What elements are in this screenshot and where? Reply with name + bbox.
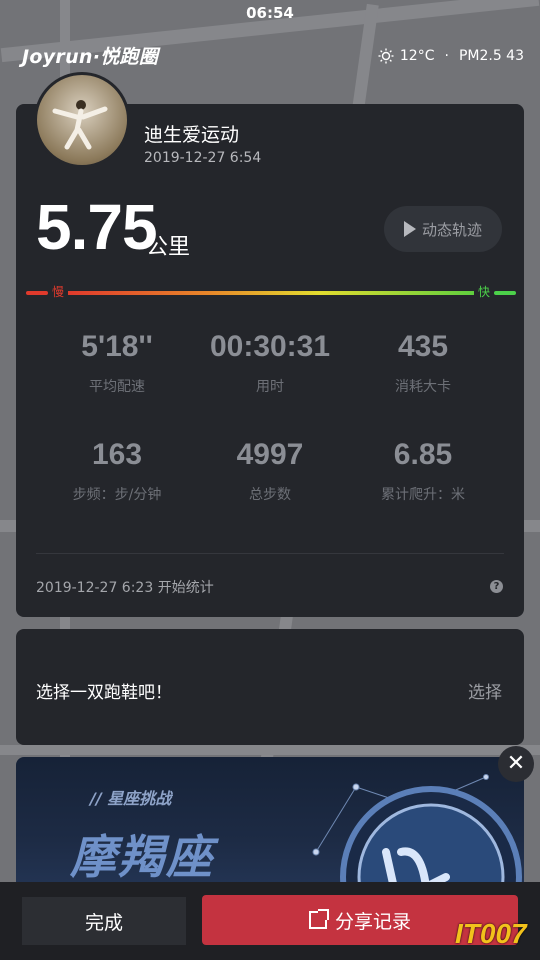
start-time-text: 2019-12-27 6:23 开始统计 <box>36 580 214 596</box>
stat-calories: 435 消耗大卡 <box>338 330 508 396</box>
done-button[interactable]: 完成 <box>22 897 186 945</box>
stat-steps: 4997 总步数 <box>185 438 355 504</box>
brand-logo: Joyrun·悦跑圈 <box>22 46 159 68</box>
stat-duration: 00:30:31 用时 <box>185 330 355 396</box>
stat-label: 步频：步/分钟 <box>72 487 162 503</box>
speed-fast-label: 快 <box>477 285 490 299</box>
stat-label: 累计爬升：米 <box>381 487 465 503</box>
challenge-banner[interactable]: // 星座挑战 摩羯座 <box>16 757 524 897</box>
stat-cadence: 163 步频：步/分钟 <box>32 438 202 504</box>
weather-info: 12°C · PM2.5 43 <box>378 48 524 64</box>
stat-value: 5'18'' <box>81 330 153 363</box>
stat-label: 消耗大卡 <box>395 379 451 395</box>
sun-icon <box>378 48 394 64</box>
speed-gradient-bar: 慢 快 <box>26 285 516 299</box>
run-datetime: 2019-12-27 6:54 <box>144 150 262 166</box>
share-icon <box>308 909 329 929</box>
stat-elevation: 6.85 累计爬升：米 <box>338 438 508 504</box>
banner-tag: // 星座挑战 <box>90 789 172 808</box>
avatar-figure-icon <box>52 100 108 150</box>
dynamic-track-label: 动态轨迹 <box>421 220 482 239</box>
stat-value: 6.85 <box>393 438 453 471</box>
stat-label: 用时 <box>256 379 284 395</box>
distance-value: 5.75 <box>36 191 158 263</box>
banner-title: 摩羯座 <box>70 830 214 884</box>
dynamic-track-button[interactable]: 动态轨迹 <box>384 206 502 252</box>
avatar[interactable] <box>34 72 130 168</box>
shoe-prompt: 选择一双跑鞋吧！ <box>36 683 172 703</box>
stat-label: 平均配速 <box>89 379 145 395</box>
speed-slow-label: 慢 <box>52 285 65 299</box>
stat-value: 163 <box>91 438 143 471</box>
stat-value: 00:30:31 <box>209 330 331 363</box>
share-record-label: 分享记录 <box>334 910 411 933</box>
user-name[interactable]: 迪生爱运动 <box>144 120 239 147</box>
weather-separator: · <box>444 48 449 64</box>
stat-label: 总步数 <box>249 487 291 503</box>
air-quality: PM2.5 43 <box>458 48 524 64</box>
watermark-logo: IT007 <box>455 918 527 949</box>
distance-unit: 公里 <box>146 235 191 260</box>
play-icon <box>403 221 416 237</box>
stat-value: 4997 <box>236 438 304 471</box>
stat-value: 435 <box>397 330 449 363</box>
help-icon[interactable]: ? <box>490 580 503 593</box>
temperature: 12°C <box>399 48 435 64</box>
close-icon[interactable]: ✕ <box>498 746 534 782</box>
status-bar-time: 06:54 <box>246 4 294 22</box>
shoe-select-button[interactable]: 选择 <box>468 678 502 703</box>
divider <box>36 553 504 554</box>
stat-avg-pace: 5'18'' 平均配速 <box>32 330 202 396</box>
